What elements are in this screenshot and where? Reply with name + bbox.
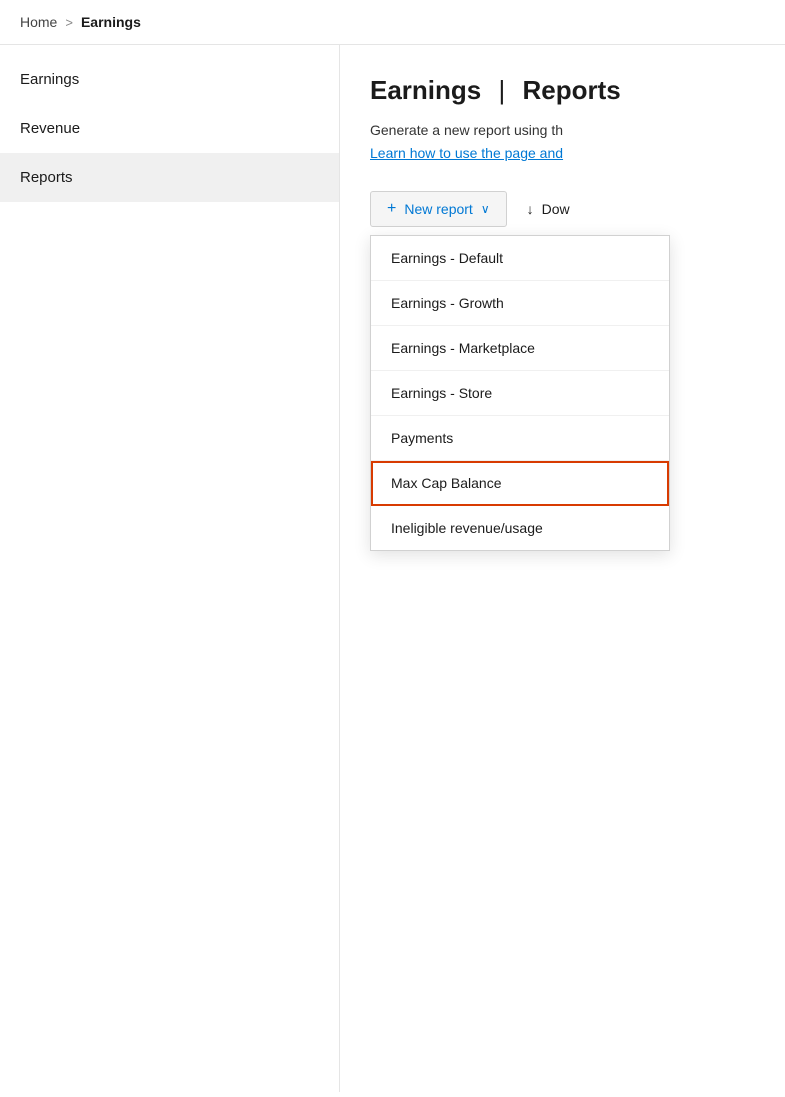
sidebar-item-label: Earnings: [20, 71, 79, 88]
dropdown-item-earnings-marketplace[interactable]: Earnings - Marketplace: [371, 326, 669, 371]
new-report-label: New report: [404, 201, 472, 217]
sidebar-item-revenue[interactable]: Revenue: [0, 104, 339, 153]
toolbar: + New report ∨ ↓ Dow Earnings - Default …: [370, 191, 755, 227]
page-title-main: Earnings: [370, 75, 481, 105]
plus-icon: +: [387, 200, 396, 218]
dropdown-item-earnings-growth[interactable]: Earnings - Growth: [371, 281, 669, 326]
dropdown-item-label: Earnings - Growth: [391, 295, 504, 311]
description-text: Generate a new report using th: [370, 120, 755, 141]
breadcrumb-separator: >: [65, 15, 73, 30]
breadcrumb-current: Earnings: [81, 14, 141, 30]
page-title-separator: |: [498, 75, 505, 105]
download-label: Dow: [542, 201, 570, 217]
chevron-down-icon: ∨: [481, 202, 490, 216]
breadcrumb-home[interactable]: Home: [20, 14, 57, 30]
new-report-button[interactable]: + New report ∨: [370, 191, 507, 227]
download-button[interactable]: ↓ Dow: [511, 193, 586, 225]
dropdown-menu: Earnings - Default Earnings - Growth Ear…: [370, 235, 670, 551]
dropdown-item-label: Payments: [391, 430, 453, 446]
sidebar: Earnings Revenue Reports: [0, 45, 340, 1092]
page-title-sub: Reports: [522, 75, 620, 105]
dropdown-item-label: Ineligible revenue/usage: [391, 520, 543, 536]
dropdown-item-label: Max Cap Balance: [391, 475, 502, 491]
learn-link[interactable]: Learn how to use the page and: [370, 145, 755, 161]
sidebar-item-label: Revenue: [20, 120, 80, 137]
sidebar-item-reports[interactable]: Reports: [0, 153, 339, 202]
dropdown-item-label: Earnings - Store: [391, 385, 492, 401]
dropdown-item-earnings-default[interactable]: Earnings - Default: [371, 236, 669, 281]
sidebar-item-label: Reports: [20, 169, 73, 186]
dropdown-item-label: Earnings - Default: [391, 250, 503, 266]
main-content: Earnings | Reports Generate a new report…: [340, 45, 785, 1092]
sidebar-item-earnings[interactable]: Earnings: [0, 55, 339, 104]
dropdown-item-earnings-store[interactable]: Earnings - Store: [371, 371, 669, 416]
dropdown-item-ineligible-revenue[interactable]: Ineligible revenue/usage: [371, 506, 669, 550]
main-layout: Earnings Revenue Reports Earnings | Repo…: [0, 45, 785, 1092]
download-icon: ↓: [527, 201, 534, 217]
page-title: Earnings | Reports: [370, 75, 755, 106]
dropdown-item-max-cap-balance[interactable]: Max Cap Balance: [371, 461, 669, 506]
breadcrumb: Home > Earnings: [0, 0, 785, 45]
dropdown-item-label: Earnings - Marketplace: [391, 340, 535, 356]
dropdown-item-payments[interactable]: Payments: [371, 416, 669, 461]
